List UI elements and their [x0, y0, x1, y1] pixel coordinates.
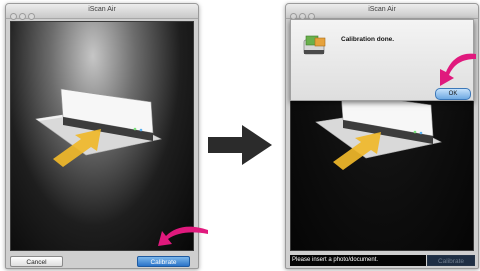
cancel-button[interactable]: Cancel — [10, 256, 63, 267]
window-title: iScan Air — [368, 6, 396, 13]
zoom-window-button[interactable] — [28, 13, 35, 20]
power-led-icon — [413, 130, 417, 134]
wifi-led-icon — [139, 128, 143, 132]
next-step-arrow-icon — [208, 125, 272, 165]
app-icon — [303, 35, 326, 55]
pointer-arrow-icon — [158, 226, 208, 246]
scan-preview-area — [10, 21, 194, 251]
pointer-arrow-icon — [440, 53, 476, 86]
title-bar: iScan Air — [6, 4, 198, 20]
calibrate-button[interactable]: Calibrate — [137, 256, 190, 267]
close-window-button[interactable] — [10, 13, 17, 20]
wifi-led-icon — [419, 131, 423, 135]
power-led-icon — [133, 127, 137, 131]
minimize-window-button[interactable] — [19, 13, 26, 20]
scanner-illustration — [35, 88, 162, 167]
title-bar: iScan Air — [286, 4, 478, 20]
window-title: iScan Air — [88, 6, 116, 13]
dialog-message: Calibration done. — [341, 36, 395, 43]
status-text: Please insert a photo/document. — [290, 255, 426, 266]
calibrate-button[interactable]: Calibrate — [427, 255, 475, 266]
scanner-window-after: iScan Air Calibration done. OK Please in… — [285, 3, 479, 269]
